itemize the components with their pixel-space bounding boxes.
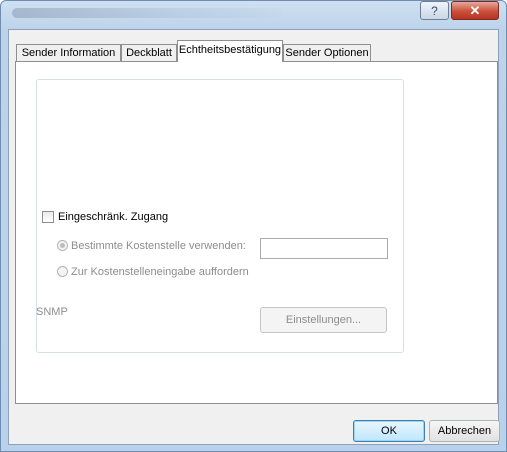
snmp-label: SNMP bbox=[36, 306, 68, 318]
specific-cost-center-label: Bestimmte Kostenstelle verwenden: bbox=[71, 240, 246, 252]
tab-deckblatt[interactable]: Deckblatt bbox=[121, 44, 177, 61]
tab-echtheitsbestaetigung[interactable]: Echtheitsbestätigung bbox=[177, 40, 283, 62]
tab-sender-optionen[interactable]: Sender Optionen bbox=[283, 44, 371, 61]
ok-button[interactable]: OK bbox=[353, 420, 425, 442]
cancel-button[interactable]: Abbrechen bbox=[429, 420, 500, 442]
prompt-cost-center-radio[interactable] bbox=[57, 266, 68, 277]
specific-cost-center-radio[interactable] bbox=[57, 240, 68, 251]
help-button[interactable]: ? bbox=[420, 1, 449, 20]
tab-sender-information[interactable]: Sender Information bbox=[16, 44, 121, 61]
snmp-settings-button[interactable]: Einstellungen... bbox=[260, 307, 387, 333]
prompt-cost-center-label: Zur Kostenstelleneingabe auffordern bbox=[71, 266, 249, 278]
restricted-access-checkbox[interactable] bbox=[42, 211, 54, 223]
restricted-access-label: Eingeschränk. Zugang bbox=[58, 211, 169, 223]
window-title bbox=[12, 8, 282, 18]
cost-center-input[interactable] bbox=[260, 238, 388, 259]
close-button[interactable]: ✕ bbox=[451, 1, 499, 20]
